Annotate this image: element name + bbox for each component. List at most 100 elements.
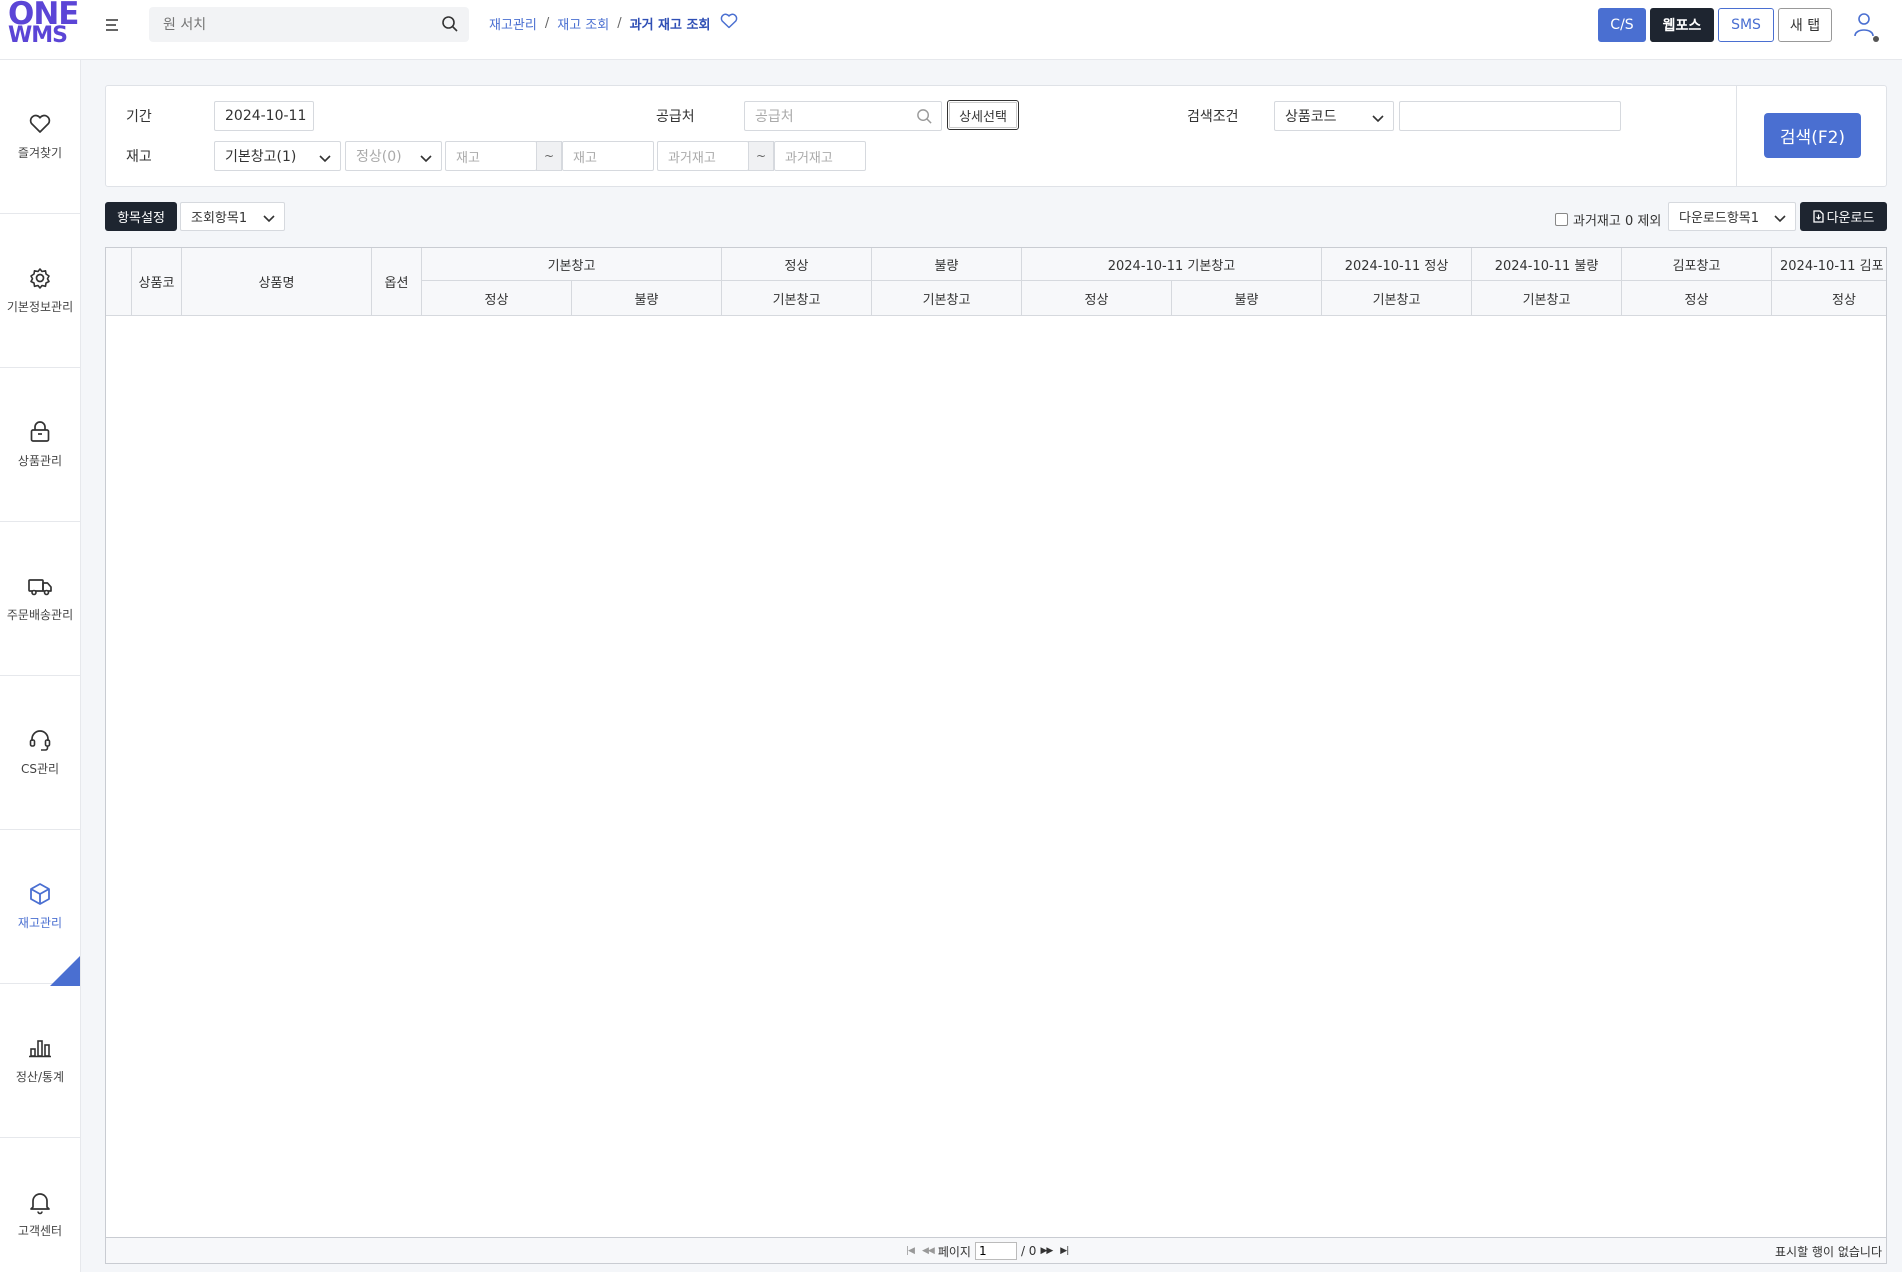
new-tab-button[interactable]: 새 탭 — [1778, 8, 1832, 42]
next-page-icon[interactable]: ▶▶ — [1040, 1246, 1053, 1256]
group-header: 2024-10-11 불량 — [1472, 248, 1622, 281]
truck-icon — [26, 572, 54, 600]
checkbox-box[interactable] — [1555, 213, 1568, 226]
stock-status-select[interactable]: 정상(0) — [345, 141, 442, 171]
no-rows-message: 표시할 행이 없습니다 — [1775, 1245, 1882, 1259]
global-search — [149, 7, 469, 42]
column-header[interactable]: 정상 — [422, 281, 572, 316]
supplier-label: 공급처 — [656, 109, 695, 125]
sidebar-item-products[interactable]: 상품관리 — [0, 368, 80, 522]
breadcrumb-current: 과거 재고 조회 — [629, 17, 711, 33]
logo-line2: WMS — [8, 23, 68, 48]
breadcrumb-item-stock-view[interactable]: 재고 조회 — [557, 14, 609, 33]
column-header[interactable]: 정상 — [1772, 281, 1886, 316]
group-header: 2024-10-11 김포 — [1772, 248, 1886, 281]
column-header[interactable]: 정상 — [1622, 281, 1772, 316]
webpos-button[interactable]: 웹포스 — [1650, 8, 1714, 42]
top-buttons: C/S 웹포스 SMS 새 탭 — [1598, 8, 1836, 42]
search-button[interactable]: 검색(F2) — [1764, 113, 1861, 158]
view-items-select[interactable]: 조회항목1 — [180, 202, 285, 231]
user-profile-icon[interactable] — [1850, 10, 1884, 48]
page-number-input[interactable] — [974, 1242, 1017, 1260]
group-header: 정상 — [722, 248, 872, 281]
chevron-down-icon — [263, 212, 275, 227]
top-bar: ONE WMS 재고관리 / 재고 조회 / 과거 재고 조회 C/S 웹포스 … — [0, 0, 1902, 60]
sidebar-item-label: 정산/통계 — [15, 1070, 65, 1084]
supplier-search-icon[interactable] — [916, 108, 933, 129]
sidebar-item-cs[interactable]: CS관리 — [0, 676, 80, 830]
sidebar-item-customer-center[interactable]: 고객센터 — [0, 1138, 80, 1272]
detail-select-button[interactable]: 상세선택 — [947, 100, 1019, 130]
exclude-zero-checkbox[interactable]: 과거재고 0 제외 — [1555, 210, 1661, 229]
cs-button[interactable]: C/S — [1598, 8, 1646, 42]
column-header[interactable]: 기본창고 — [722, 281, 872, 316]
first-page-icon[interactable]: |◀ — [906, 1246, 915, 1256]
group-header: 기본창고 — [422, 248, 722, 281]
search-filter-panel: 기간 2024-10-11 공급처 공급처 상세선택 검색조건 상품코드 재고 … — [105, 85, 1887, 187]
sidebar-item-favorites[interactable]: 즐겨찾기 — [0, 60, 80, 214]
sidebar-item-orders-shipping[interactable]: 주문배송관리 — [0, 522, 80, 676]
breadcrumb-item-inventory[interactable]: 재고관리 — [489, 14, 537, 33]
view-items-value: 조회항목1 — [191, 211, 248, 226]
period-date-input[interactable]: 2024-10-11 — [214, 101, 314, 131]
favorite-heart-icon[interactable] — [720, 13, 738, 33]
download-label: 다운로드 — [1826, 211, 1875, 226]
column-header-product-name[interactable]: 상품명 — [182, 248, 372, 316]
column-header-product-code[interactable]: 상품코 — [132, 248, 182, 316]
warehouse-select[interactable]: 기본창고(1) — [214, 141, 341, 171]
download-button[interactable]: 다운로드 — [1800, 202, 1887, 231]
chevron-down-icon — [1372, 111, 1384, 127]
column-header[interactable]: 기본창고 — [872, 281, 1022, 316]
stock-to-input[interactable]: 재고 — [562, 141, 654, 171]
sidebar-item-settlement[interactable]: 정산/통계 — [0, 984, 80, 1138]
chevron-down-icon — [1774, 212, 1786, 227]
column-header[interactable]: 기본창고 — [1322, 281, 1472, 316]
sms-button[interactable]: SMS — [1718, 8, 1774, 42]
stock-label: 재고 — [126, 149, 152, 165]
breadcrumb: 재고관리 / 재고 조회 / 과거 재고 조회 — [489, 13, 738, 33]
global-search-input[interactable] — [149, 7, 419, 42]
bar-chart-icon — [26, 1034, 54, 1062]
search-condition-value: 상품코드 — [1285, 109, 1337, 125]
download-items-select[interactable]: 다운로드항목1 — [1668, 202, 1796, 231]
column-header[interactable]: 기본창고 — [1472, 281, 1622, 316]
column-header[interactable]: 정상 — [1022, 281, 1172, 316]
past-stock-to-input[interactable]: 과거재고 — [774, 141, 866, 171]
group-header: 2024-10-11 기본창고 — [1022, 248, 1322, 281]
search-icon[interactable] — [441, 15, 459, 37]
sidebar-item-label: 고객센터 — [17, 1224, 63, 1238]
stock-from-input[interactable]: 재고 — [445, 141, 537, 171]
select-all-column[interactable] — [106, 248, 132, 316]
group-header: 불량 — [872, 248, 1022, 281]
sidebar-item-label: 즐겨찾기 — [17, 146, 63, 160]
headset-icon — [26, 726, 54, 754]
past-stock-from-input[interactable]: 과거재고 — [657, 141, 749, 171]
bell-icon — [26, 1188, 54, 1216]
sidebar-item-label: 상품관리 — [17, 454, 63, 468]
sidebar-item-label: CS관리 — [20, 762, 60, 776]
stock-range-tilde: ~ — [536, 141, 562, 171]
page-label: 페이지 — [937, 1244, 971, 1259]
period-label: 기간 — [126, 109, 152, 125]
chevron-down-icon — [420, 151, 432, 167]
supplier-placeholder: 공급처 — [755, 109, 794, 125]
column-header[interactable]: 불량 — [572, 281, 722, 316]
supplier-input[interactable]: 공급처 — [744, 101, 942, 131]
sidebar-item-basic-info[interactable]: 기본정보관리 — [0, 214, 80, 368]
prev-page-icon[interactable]: ◀◀ — [922, 1246, 935, 1256]
lock-bag-icon — [26, 418, 54, 446]
app-logo[interactable]: ONE WMS — [8, 0, 79, 48]
column-header[interactable]: 불량 — [1172, 281, 1322, 316]
search-condition-select[interactable]: 상품코드 — [1274, 101, 1394, 131]
past-stock-range-tilde: ~ — [748, 141, 774, 171]
pager: |◀ ◀◀ 페이지 / 0 ▶▶ ▶| — [902, 1242, 1072, 1260]
file-icon — [1812, 210, 1824, 223]
warehouse-value: 기본창고(1) — [225, 149, 297, 165]
search-condition-input[interactable] — [1399, 101, 1621, 131]
active-indicator — [50, 956, 80, 986]
column-settings-button[interactable]: 항목설정 — [105, 202, 177, 231]
menu-toggle-icon[interactable] — [106, 16, 124, 34]
sidebar: 즐겨찾기 기본정보관리 상품관리 주문배송관리 CS관리 재고관리 정산/통계 … — [0, 60, 81, 1272]
last-page-icon[interactable]: ▶| — [1060, 1246, 1069, 1256]
column-header-option[interactable]: 옵션 — [372, 248, 422, 316]
